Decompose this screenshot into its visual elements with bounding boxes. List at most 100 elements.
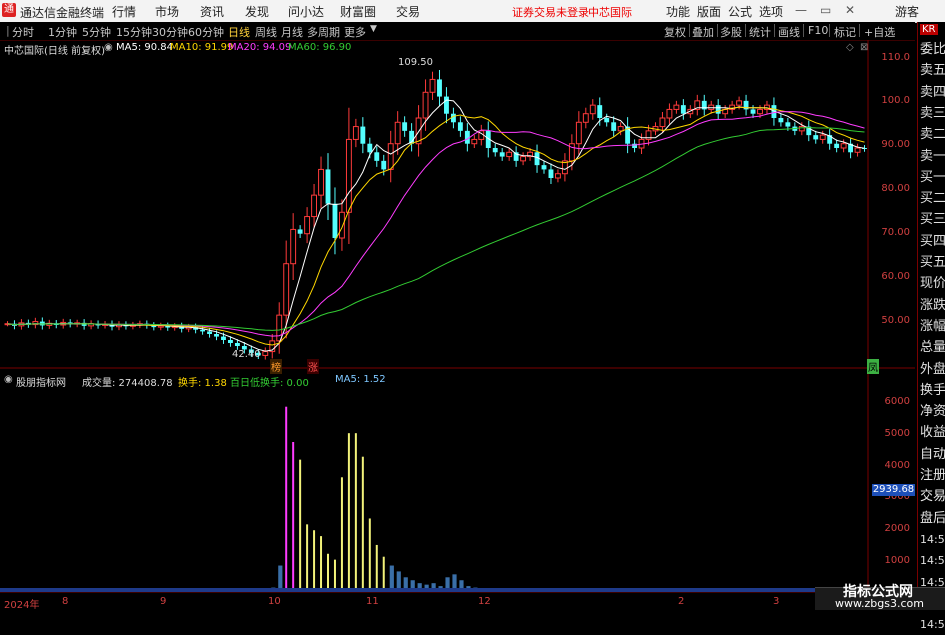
expand-icon[interactable]: ◇ (846, 42, 854, 53)
period-intraday[interactable]: 分时 (12, 24, 34, 40)
legend-toggle-icon[interactable]: ◉ (104, 42, 113, 53)
menu-trade[interactable]: 交易 (396, 3, 420, 20)
menu-layout[interactable]: 版面 (697, 3, 721, 20)
restore-icon[interactable]: ▭ (820, 3, 831, 17)
volume-bar (285, 406, 288, 592)
sidebar-item[interactable]: 现价 (920, 274, 945, 294)
volume-baseline (0, 588, 868, 592)
sidebar-item[interactable]: 卖五 (920, 61, 945, 81)
sidebar-item[interactable]: 涨幅 (920, 317, 945, 337)
time-axis: 2024年 8 9 10 11 12 2 3 (0, 596, 915, 611)
btn-mark[interactable]: 标记 (834, 24, 856, 40)
sidebar-item[interactable]: 买一 (920, 168, 945, 188)
period-daily[interactable]: 日线 (228, 24, 250, 40)
sidebar-item[interactable]: 总量 (920, 338, 945, 358)
candle-body (352, 126, 359, 140)
candle-body (575, 121, 582, 145)
sidebar-item[interactable]: 买四 (920, 232, 945, 252)
sidebar-item[interactable]: 14:5 (920, 615, 945, 635)
guest-label[interactable]: 游客 (895, 3, 919, 20)
sidebar-item[interactable]: 卖二 (920, 125, 945, 145)
period-15min[interactable]: 15分钟 (116, 24, 152, 40)
close-panel-icon[interactable]: ⊠ (860, 42, 868, 53)
sidebar-item[interactable]: 外盘 (920, 360, 945, 380)
menu-function[interactable]: 功能 (666, 3, 690, 20)
low-price-label: 42.40 (232, 349, 261, 360)
period-weekly[interactable]: 周线 (255, 24, 277, 40)
sidebar-item[interactable]: 14:56 (920, 551, 945, 571)
sidebar-item[interactable]: 自动 (920, 445, 945, 465)
sidebar-item[interactable]: 净资 (920, 402, 945, 422)
volume-bar (320, 536, 323, 592)
candle-body (457, 122, 463, 131)
tag-rise[interactable]: 涨 (307, 359, 319, 374)
candle-body (520, 156, 527, 162)
menubar: 通 通达信金融终端 行情 市场 资讯 发现 问小达 财富圈 交易 证券交易未登录… (0, 0, 945, 23)
period-monthly[interactable]: 月线 (281, 24, 303, 40)
sidebar-item[interactable]: 盘后 (920, 509, 945, 529)
menu-discover[interactable]: 发现 (245, 3, 269, 20)
btn-adjust[interactable]: 复权 (664, 24, 686, 40)
menu-formula[interactable]: 公式 (728, 3, 752, 20)
sidebar-top-label[interactable]: KR (920, 24, 938, 35)
menu-ask[interactable]: 问小达 (288, 3, 324, 20)
period-multi[interactable]: 多周期 (307, 24, 340, 40)
candle-body (262, 351, 269, 356)
btn-stats[interactable]: 统计 (749, 24, 771, 40)
sidebar-item[interactable]: 买三 (920, 210, 945, 230)
menu-market[interactable]: 市场 (155, 3, 179, 20)
time-tick: 2 (678, 596, 685, 607)
sidebar-item[interactable]: 买五 (920, 253, 945, 273)
login-notice[interactable]: 证券交易未登录 (512, 4, 589, 20)
period-1min[interactable]: 1分钟 (48, 24, 77, 40)
vol-toggle-icon[interactable]: ◉ (4, 374, 13, 385)
menu-options[interactable]: 选项 (759, 3, 783, 20)
sidebar-item[interactable]: 注册 (920, 466, 945, 486)
sidebar-item[interactable]: 买二 (920, 189, 945, 209)
sidebar-item[interactable]: 卖四 (920, 83, 945, 103)
minimize-icon[interactable]: — (795, 3, 807, 17)
sidebar-item[interactable]: 卖三 (920, 104, 945, 124)
candle-body (374, 152, 380, 161)
candle-body (548, 169, 554, 178)
candle-body (394, 121, 401, 145)
more-dropdown-icon[interactable]: ▼ (370, 24, 377, 34)
period-5min[interactable]: 5分钟 (82, 24, 111, 40)
sidebar-item[interactable]: 委比 (920, 40, 945, 60)
app-logo-icon[interactable]: 通 (2, 3, 16, 17)
btn-multi-stock[interactable]: 多股 (720, 24, 742, 40)
sidebar-item[interactable]: 卖一 (920, 147, 945, 167)
ma5-label: MA5: 90.84 (116, 42, 174, 53)
volume-bar (361, 456, 364, 592)
sidebar-item[interactable]: 换手 (920, 381, 945, 401)
candle-body (290, 228, 297, 265)
price-tick: 60.00 (881, 271, 910, 282)
ma20-line (7, 111, 865, 337)
menu-quotes[interactable]: 行情 (112, 3, 136, 20)
stock-link[interactable]: 中芯国际 (588, 4, 632, 20)
tag-rank[interactable]: 榜 (270, 359, 282, 374)
period-60min[interactable]: 60分钟 (188, 24, 224, 40)
candle-body (214, 334, 219, 337)
menu-wealth[interactable]: 财富圈 (340, 3, 376, 20)
btn-f10[interactable]: F10 (808, 24, 828, 37)
candle-body (318, 168, 324, 196)
btn-draw[interactable]: 画线 (778, 24, 800, 40)
period-more[interactable]: 更多 (344, 24, 366, 40)
sidebar-item[interactable]: 涨跌 (920, 296, 945, 316)
candle-body (499, 152, 505, 157)
candle-body (297, 229, 303, 234)
candle-body (360, 126, 366, 144)
period-30min[interactable]: 30分钟 (152, 24, 188, 40)
btn-add-watchlist[interactable]: +自选 (864, 24, 895, 40)
sidebar-item[interactable]: 交易 (920, 487, 945, 507)
btn-overlay[interactable]: 叠加 (692, 24, 714, 40)
candle-body (367, 143, 373, 153)
menu-news[interactable]: 资讯 (200, 3, 224, 20)
sidebar-item[interactable]: 收益 (920, 423, 945, 443)
sidebar-item[interactable]: 14:56 (920, 530, 945, 550)
candle-body (541, 165, 547, 170)
close-icon[interactable]: ✕ (845, 3, 855, 17)
tag-end[interactable]: 凤 (867, 359, 879, 374)
kline-chart[interactable] (0, 40, 917, 609)
